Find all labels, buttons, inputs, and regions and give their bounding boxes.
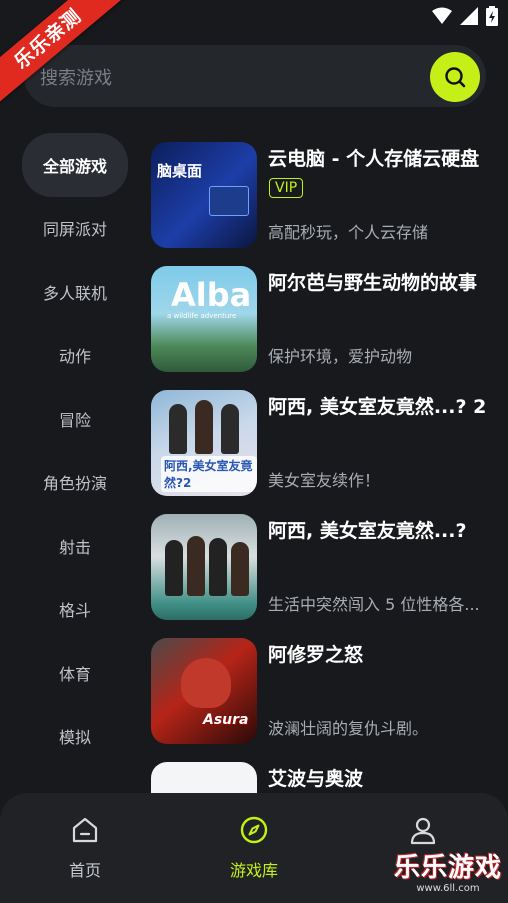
game-title: 阿修罗之怒 <box>268 644 364 666</box>
character-figure <box>187 536 205 596</box>
game-item-asura[interactable]: Asura 阿修罗之怒 波澜壮阔的复仇斗剧。 <box>151 638 496 762</box>
category-action[interactable]: 动作 <box>22 324 128 388</box>
category-shooter[interactable]: 射击 <box>22 514 128 578</box>
status-icons <box>432 6 498 26</box>
game-title: 阿尔芭与野生动物的故事 <box>268 272 478 294</box>
game-description: 生活中突然闯入 5 位性格各... <box>268 595 480 614</box>
watermark-ribbon: 乐乐亲测 <box>0 0 130 110</box>
watermark-url: www.6ll.com <box>416 883 480 894</box>
game-description: 波澜壮阔的复仇斗剧。 <box>268 719 429 738</box>
vip-badge: VIP <box>269 178 304 198</box>
nav-game-library[interactable]: 游戏库 <box>194 793 314 903</box>
game-thumbnail[interactable]: Alba a wildlife adventure <box>151 266 257 372</box>
game-item-alba[interactable]: Alba a wildlife adventure 阿尔芭与野生动物的故事 保护… <box>151 266 496 390</box>
category-fighting[interactable]: 格斗 <box>22 578 128 642</box>
character-figure <box>209 538 227 596</box>
character-figure <box>231 542 249 596</box>
category-adventure[interactable]: 冒险 <box>22 387 128 451</box>
battery-charging-icon <box>486 6 498 26</box>
watermark-logo: 乐乐游戏 www.6ll.com <box>392 853 504 901</box>
watermark-ribbon-text: 乐乐亲测 <box>0 0 128 110</box>
thumbnail-logo: Asura <box>203 712 249 728</box>
monitor-icon <box>209 186 249 216</box>
thumbnail-subtitle: a wildlife adventure <box>167 312 237 320</box>
category-sports[interactable]: 体育 <box>22 641 128 705</box>
thumbnail-caption: 阿西,美女室友竟然?2 <box>161 456 257 492</box>
thumbnail-logo: Alba <box>171 276 252 314</box>
nav-home[interactable]: 首页 <box>25 793 145 903</box>
category-party[interactable]: 同屏派对 <box>22 197 128 261</box>
search-icon <box>445 67 466 88</box>
wifi-icon <box>432 7 452 24</box>
character-figure <box>165 540 183 596</box>
game-title: 云电脑 - 个人存储云硬盘 <box>268 148 480 170</box>
game-item-cloud-pc[interactable]: 脑桌面 云电脑 - 个人存储云硬盘 VIP 高配秒玩，个人云存储 <box>151 142 496 266</box>
signal-icon <box>460 7 478 25</box>
game-title: 阿西, 美女室友竟然...? 2 <box>268 396 487 418</box>
character-figure <box>221 404 239 454</box>
game-description: 保护环境，爱护动物 <box>268 347 413 366</box>
category-multiplayer[interactable]: 多人联机 <box>22 260 128 324</box>
category-rpg[interactable]: 角色扮演 <box>22 451 128 515</box>
game-thumbnail[interactable]: Asura <box>151 638 257 744</box>
category-all-games[interactable]: 全部游戏 <box>22 133 128 197</box>
game-description: 美女室友续作！ <box>268 471 381 490</box>
nav-home-label: 首页 <box>68 861 101 880</box>
game-thumbnail[interactable] <box>151 514 257 620</box>
game-thumbnail[interactable]: 阿西,美女室友竟然?2 <box>151 390 257 496</box>
game-description: 高配秒玩，个人云存储 <box>268 223 429 242</box>
game-title: 阿西, 美女室友竟然...? <box>268 520 467 542</box>
game-item-roommate-2[interactable]: 阿西,美女室友竟然?2 阿西, 美女室友竟然...? 2 美女室友续作！ <box>151 390 496 514</box>
nav-game-library-label: 游戏库 <box>229 861 278 880</box>
game-list: 脑桌面 云电脑 - 个人存储云硬盘 VIP 高配秒玩，个人云存储 Alba a … <box>151 142 496 886</box>
game-title: 艾波与奥波 <box>268 768 364 790</box>
watermark-logo-text: 乐乐游戏 <box>393 853 502 883</box>
profile-icon <box>410 817 436 845</box>
compass-icon <box>240 816 268 844</box>
search-button[interactable] <box>430 52 480 102</box>
category-simulation[interactable]: 模拟 <box>22 705 128 769</box>
home-icon <box>72 817 98 843</box>
game-item-roommate[interactable]: 阿西, 美女室友竟然...? 生活中突然闯入 5 位性格各... <box>151 514 496 638</box>
game-thumbnail[interactable]: 脑桌面 <box>151 142 257 248</box>
category-sidebar: 全部游戏 同屏派对 多人联机 动作 冒险 角色扮演 射击 格斗 体育 模拟 <box>22 133 128 768</box>
character-figure <box>195 400 213 454</box>
character-figure <box>181 658 231 708</box>
character-figure <box>169 404 187 454</box>
thumbnail-caption: 脑桌面 <box>157 162 203 180</box>
